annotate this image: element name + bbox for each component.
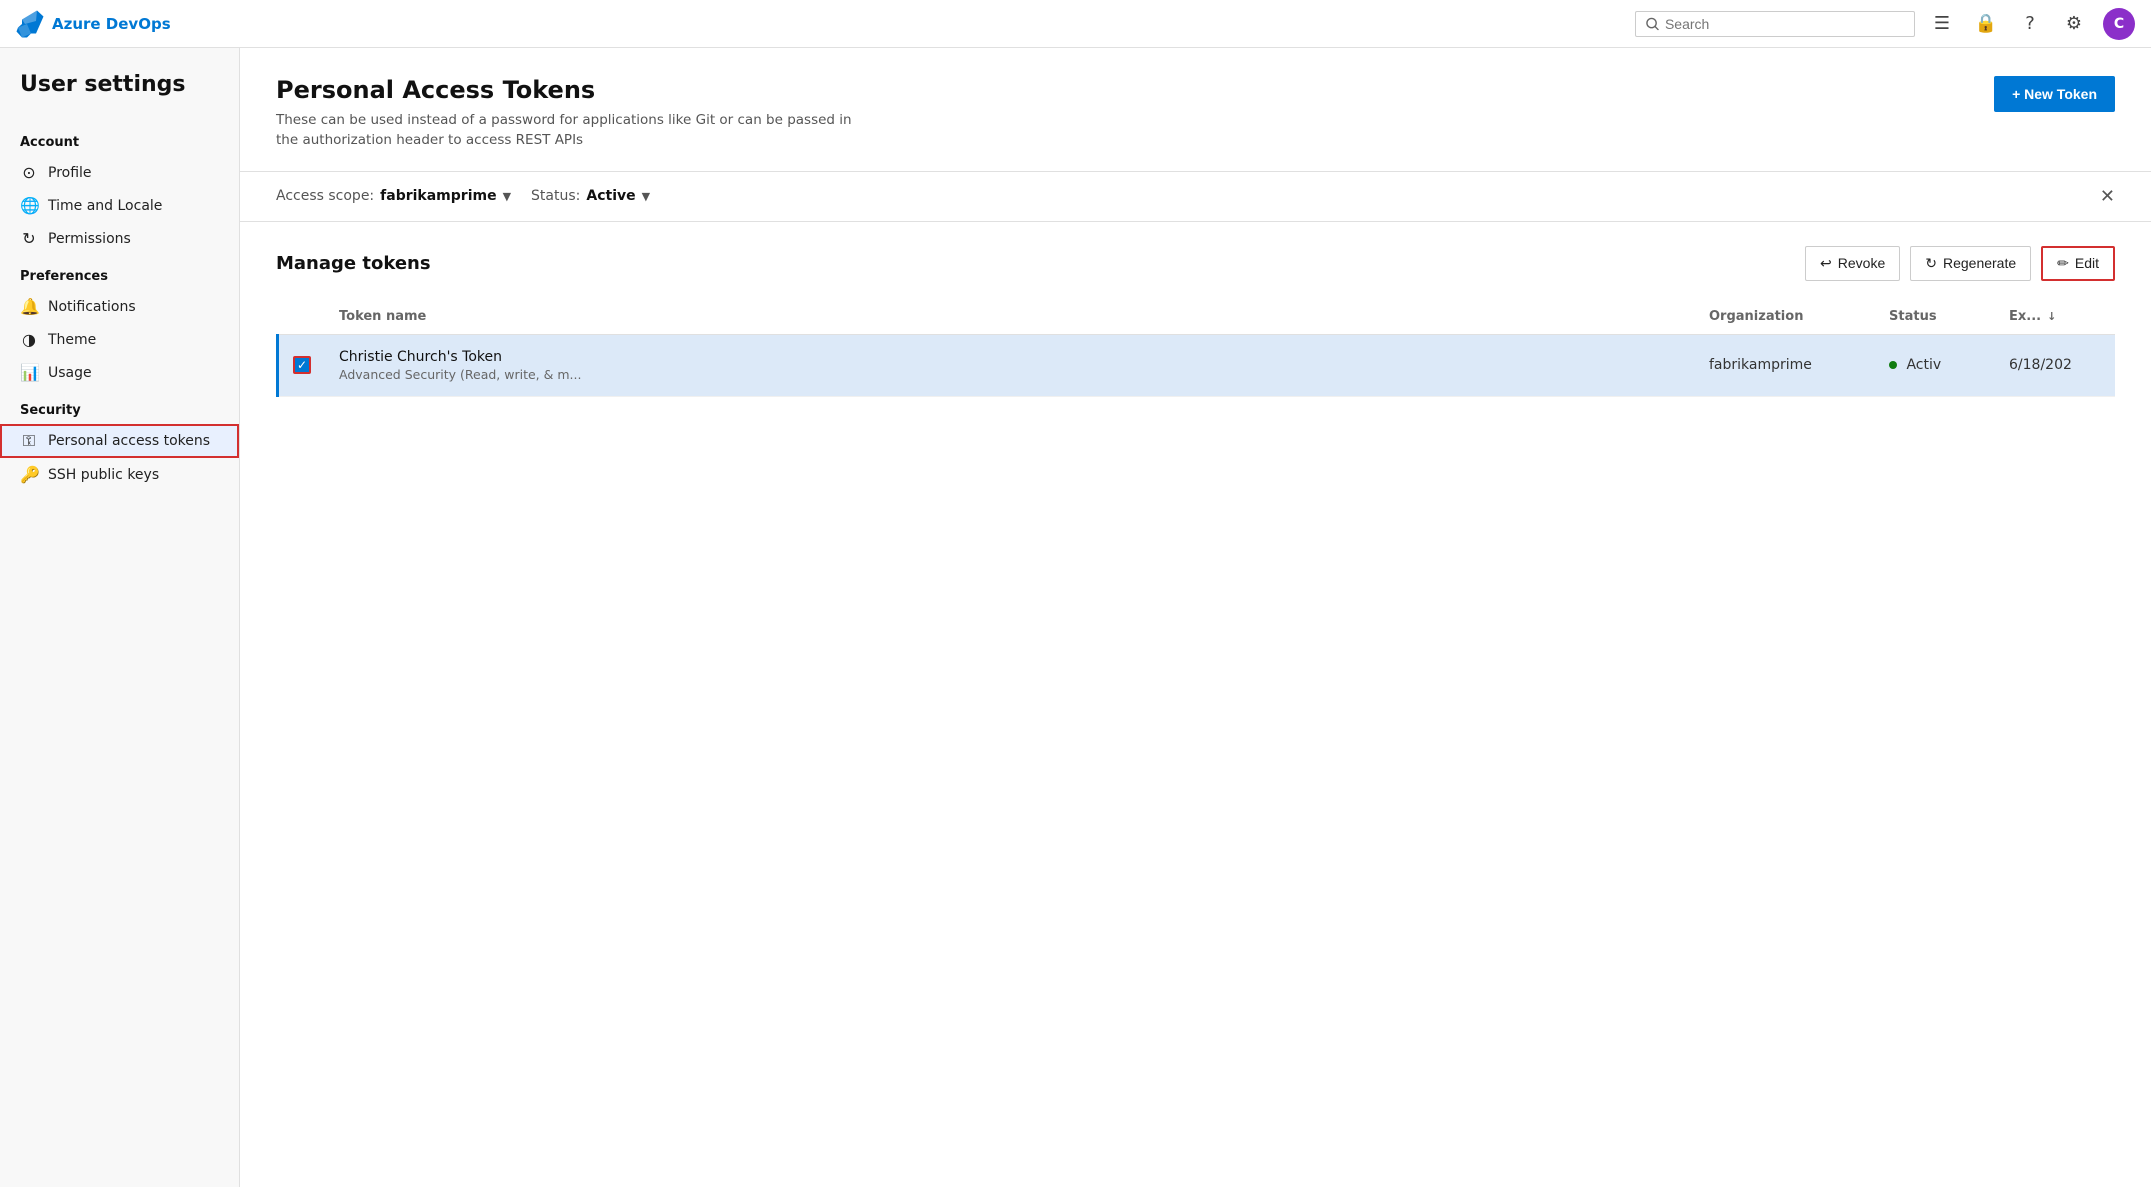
sidebar-item-personal-access-tokens[interactable]: ⚿ Personal access tokens — [0, 424, 239, 458]
revoke-icon: ↩ — [1820, 255, 1832, 272]
sidebar-item-time-locale[interactable]: 🌐 Time and Locale — [0, 189, 239, 222]
sort-desc-icon: ↓ — [2047, 310, 2056, 323]
sidebar-item-label: Personal access tokens — [48, 433, 210, 449]
search-input[interactable] — [1665, 16, 1904, 32]
scope-filter[interactable]: Access scope: fabrikamprime ▼ — [276, 188, 511, 204]
manage-tokens-title: Manage tokens — [276, 253, 431, 274]
person-icon: ⊙ — [20, 163, 38, 182]
avatar[interactable]: C — [2103, 8, 2135, 40]
sidebar-item-permissions[interactable]: ↻ Permissions — [0, 222, 239, 255]
col-header-check — [278, 299, 326, 335]
scope-label: Access scope: — [276, 188, 374, 204]
row-org-cell: fabrikamprime — [1695, 334, 1875, 396]
theme-icon: ◑ — [20, 330, 38, 349]
topnav: Azure DevOps ☰ 🔒 ? ⚙ C — [0, 0, 2151, 48]
token-status: Activ — [1906, 357, 1941, 373]
status-chevron-icon: ▼ — [642, 190, 650, 203]
col-header-name: Token name — [325, 299, 1695, 335]
token-section: Manage tokens ↩ Revoke ↻ Regenerate ✏ Ed… — [240, 222, 2151, 421]
col-header-exp[interactable]: Ex... ↓ — [1995, 299, 2115, 335]
token-scope: Advanced Security (Read, write, & m... — [339, 367, 1681, 382]
regenerate-label: Regenerate — [1943, 255, 2016, 271]
globe-icon: 🌐 — [20, 196, 38, 215]
permissions-icon: ↻ — [20, 229, 38, 248]
search-icon — [1646, 17, 1659, 31]
azure-devops-logo-icon — [16, 10, 44, 38]
row-exp-cell: 6/18/202 — [1995, 334, 2115, 396]
bell-icon: 🔔 — [20, 297, 38, 316]
sidebar-item-label: Usage — [48, 365, 92, 381]
table-header-row: Token name Organization Status Ex... ↓ — [278, 299, 2116, 335]
scope-chevron-icon: ▼ — [503, 190, 511, 203]
checkbox-wrapper[interactable]: ✓ — [293, 356, 311, 374]
sidebar-item-label: Permissions — [48, 231, 131, 247]
row-token-name-cell: Christie Church's Token Advanced Securit… — [325, 334, 1695, 396]
col-exp-label: Ex... — [2009, 309, 2041, 324]
app-name: Azure DevOps — [52, 15, 171, 33]
token-org: fabrikamprime — [1709, 357, 1812, 373]
main-content: Personal Access Tokens These can be used… — [240, 48, 2151, 1187]
scope-value: fabrikamprime — [380, 188, 496, 204]
page-description: These can be used instead of a password … — [276, 110, 876, 151]
layout: User settings Account ⊙ Profile 🌐 Time a… — [0, 48, 2151, 1187]
topnav-icons: ☰ 🔒 ? ⚙ C — [1927, 8, 2135, 40]
col-status-label: Status — [1889, 309, 1937, 324]
revoke-button[interactable]: ↩ Revoke — [1805, 246, 1900, 281]
token-expiry: 6/18/202 — [2009, 357, 2072, 373]
page-header: Personal Access Tokens These can be used… — [240, 48, 2151, 172]
sidebar-item-label: Notifications — [48, 299, 136, 315]
sidebar-item-label: SSH public keys — [48, 467, 159, 483]
tokens-table: Token name Organization Status Ex... ↓ — [276, 299, 2115, 397]
manage-tokens-header: Manage tokens ↩ Revoke ↻ Regenerate ✏ Ed… — [276, 246, 2115, 281]
sidebar-title: User settings — [0, 72, 239, 121]
status-value: Active — [586, 188, 635, 204]
sidebar-item-profile[interactable]: ⊙ Profile — [0, 156, 239, 189]
task-list-icon[interactable]: ☰ — [1927, 9, 1957, 39]
sidebar-item-label: Time and Locale — [48, 198, 162, 214]
col-header-status: Status — [1875, 299, 1995, 335]
page-title: Personal Access Tokens — [276, 76, 876, 104]
edit-label: Edit — [2075, 255, 2099, 271]
ssh-icon: 🔑 — [20, 465, 38, 484]
sidebar-item-usage[interactable]: 📊 Usage — [0, 356, 239, 389]
token-actions: ↩ Revoke ↻ Regenerate ✏ Edit — [1805, 246, 2115, 281]
sidebar-item-theme[interactable]: ◑ Theme — [0, 323, 239, 356]
sidebar-item-label: Profile — [48, 165, 92, 181]
row-checkbox[interactable]: ✓ — [293, 356, 311, 374]
usage-icon: 📊 — [20, 363, 38, 382]
row-status-cell: Activ — [1875, 334, 1995, 396]
sidebar-item-label: Theme — [48, 332, 96, 348]
revoke-label: Revoke — [1838, 255, 1885, 271]
sidebar-item-notifications[interactable]: 🔔 Notifications — [0, 290, 239, 323]
status-filter[interactable]: Status: Active ▼ — [531, 188, 650, 204]
filter-close-icon[interactable]: ✕ — [2100, 186, 2115, 207]
sidebar-section-security: Security — [0, 389, 239, 424]
edit-button[interactable]: ✏ Edit — [2041, 246, 2115, 281]
filter-bar: Access scope: fabrikamprime ▼ Status: Ac… — [240, 172, 2151, 222]
token-name: Christie Church's Token — [339, 349, 1681, 365]
sidebar: User settings Account ⊙ Profile 🌐 Time a… — [0, 48, 240, 1187]
col-name-label: Token name — [339, 309, 426, 324]
table-row[interactable]: ✓ Christie Church's Token Advanced Secur… — [278, 334, 2116, 396]
status-label: Status: — [531, 188, 580, 204]
lock-icon[interactable]: 🔒 — [1971, 9, 2001, 39]
sidebar-item-ssh-public-keys[interactable]: 🔑 SSH public keys — [0, 458, 239, 491]
sidebar-section-account: Account — [0, 121, 239, 156]
sidebar-section-preferences: Preferences — [0, 255, 239, 290]
help-icon[interactable]: ? — [2015, 9, 2045, 39]
app-logo[interactable]: Azure DevOps — [16, 10, 171, 38]
search-box[interactable] — [1635, 11, 1915, 37]
regenerate-button[interactable]: ↻ Regenerate — [1910, 246, 2031, 281]
new-token-button[interactable]: + New Token — [1994, 76, 2115, 112]
settings-icon[interactable]: ⚙ — [2059, 9, 2089, 39]
edit-icon: ✏ — [2057, 255, 2069, 272]
col-org-label: Organization — [1709, 309, 1803, 324]
col-header-org: Organization — [1695, 299, 1875, 335]
key-icon: ⚿ — [20, 431, 38, 451]
regenerate-icon: ↻ — [1925, 255, 1937, 272]
row-checkbox-cell[interactable]: ✓ — [278, 334, 326, 396]
page-header-text: Personal Access Tokens These can be used… — [276, 76, 876, 151]
status-active-dot — [1889, 361, 1897, 369]
